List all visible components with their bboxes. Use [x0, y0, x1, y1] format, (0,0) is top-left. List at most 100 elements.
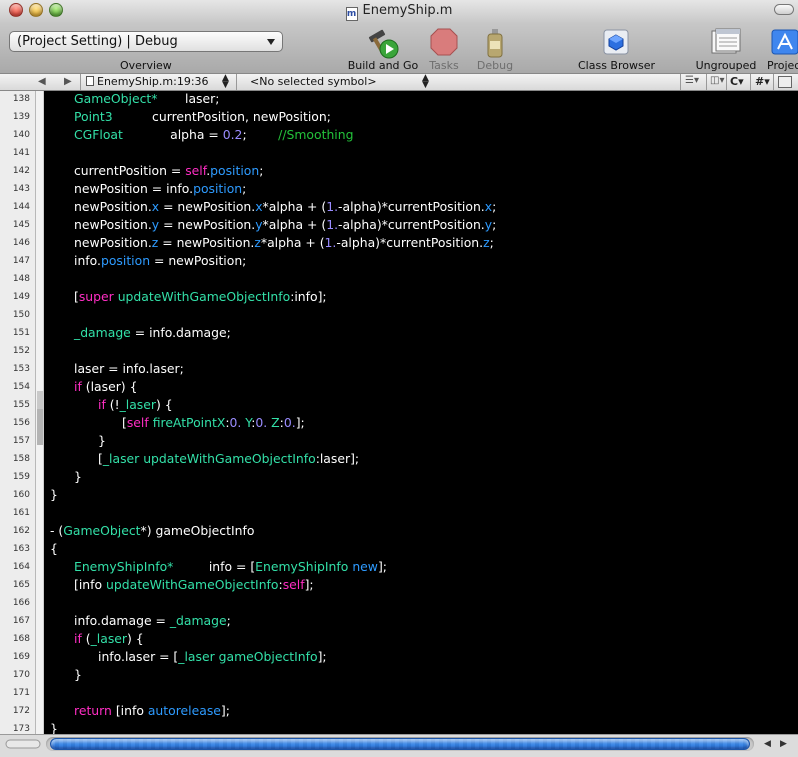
code-line[interactable]: 139 Point3 currentPosition, newPosition; — [0, 108, 798, 126]
build-and-go-label: Build and Go — [347, 59, 419, 72]
code-line[interactable]: 141 — [0, 144, 798, 162]
navbar-divider — [80, 74, 81, 90]
line-number: 172 — [12, 706, 30, 716]
stop-sign-icon — [430, 28, 458, 56]
code-token: EnemyShipInfo* — [74, 559, 174, 574]
navbar-divider — [750, 74, 751, 90]
ungrouped-button[interactable]: Ungrouped — [693, 25, 759, 72]
code-line[interactable]: 149 [super updateWithGameObjectInfo:info]… — [0, 288, 798, 306]
code-text: } — [50, 486, 58, 504]
code-line[interactable]: 154 if (laser) { — [0, 378, 798, 396]
code-line[interactable]: 151 _damage = info.damage; — [0, 324, 798, 342]
split-view-handle-icon[interactable] — [4, 737, 42, 751]
forward-arrow-icon[interactable]: ▶ — [64, 76, 72, 87]
line-number: 171 — [12, 688, 30, 698]
code-line[interactable]: 170} — [0, 666, 798, 684]
code-line[interactable]: 158 [_laser updateWithGameObjectInfo:lase… — [0, 450, 798, 468]
code-token: if — [74, 379, 82, 394]
code-token: -alpha)*currentPosition. — [336, 235, 484, 250]
split-editor-icon[interactable] — [778, 76, 792, 88]
chevron-down-icon — [267, 39, 275, 45]
code-text: } — [98, 432, 106, 450]
code-token: currentPosition = — [74, 163, 186, 178]
code-text: [_laser updateWithGameObjectInfo:laser]; — [98, 450, 359, 468]
code-line[interactable]: 144 newPosition.x = newPosition.x*alpha +… — [0, 198, 798, 216]
hash-button-label: # — [755, 75, 765, 88]
code-line[interactable]: 172 return [info autorelease]; — [0, 702, 798, 720]
project-button[interactable]: Projec — [764, 25, 798, 71]
code-token: _damage — [169, 613, 227, 628]
code-line[interactable]: 163 { — [0, 540, 798, 558]
line-number: 140 — [12, 130, 30, 140]
code-token: fireAtPointX — [152, 415, 226, 430]
code-line[interactable]: 145 newPosition.y = newPosition.y*alpha +… — [0, 216, 798, 234]
counterpart-popup-button[interactable]: C▾ — [730, 74, 744, 90]
code-token: *) gameObjectInfo — [140, 523, 255, 538]
code-line[interactable]: 155 if (!_laser) { — [0, 396, 798, 414]
code-token: if — [98, 397, 106, 412]
code-token: 0. — [229, 415, 242, 430]
build-and-go-button[interactable]: Build and Go — [345, 25, 421, 72]
code-editor[interactable]: 138 GameObject* laser; 139 Point3 currentPo… — [0, 91, 798, 734]
code-line[interactable]: 147 info.position = newPosition; — [0, 252, 798, 270]
code-line[interactable]: 143 newPosition = info.position; — [0, 180, 798, 198]
code-line[interactable]: 169 info.laser = [_laser gameObjectInfo]; — [0, 648, 798, 666]
code-token: ; — [489, 235, 494, 250]
code-line[interactable]: 168 if (_laser) { — [0, 630, 798, 648]
code-token: Z — [271, 415, 280, 430]
tasks-button[interactable]: Tasks — [424, 25, 464, 72]
code-line[interactable]: 162 - (GameObject*) gameObjectInfo — [0, 522, 798, 540]
back-arrow-icon[interactable]: ◀ — [38, 76, 46, 87]
debug-button[interactable]: Debug — [474, 25, 516, 72]
code-token: ; — [492, 199, 497, 214]
code-token: gameObjectInfo — [218, 649, 318, 664]
code-token: newPosition. — [74, 199, 152, 214]
code-line[interactable]: 140 CGFloat alpha = 0.2; //Smoothing — [0, 126, 798, 144]
code-token: laser; — [157, 91, 220, 106]
file-history-popup[interactable]: EnemyShip.m:19:36 — [86, 75, 209, 88]
code-line[interactable]: 146 newPosition.z = newPosition.z*alpha +… — [0, 234, 798, 252]
code-token: info.damage = — [74, 613, 170, 628]
symbol-popup[interactable]: <No selected symbol> — [250, 75, 377, 88]
code-token: } — [74, 667, 82, 682]
includes-popup-button[interactable]: #▾ — [755, 74, 770, 90]
code-token: } — [50, 487, 58, 502]
project-label: Projec — [767, 59, 798, 71]
toolbar-toggle-button[interactable] — [774, 4, 794, 15]
code-line[interactable]: 167 info.damage = _damage; — [0, 612, 798, 630]
breakpoints-popup-icon[interactable]: ◫▾ — [710, 75, 724, 86]
code-line[interactable]: 164 EnemyShipInfo* info = [EnemyShipInfo … — [0, 558, 798, 576]
scroll-thumb[interactable] — [50, 738, 750, 750]
code-line[interactable]: 165 [info updateWithGameObjectInfo:self]; — [0, 576, 798, 594]
code-line[interactable]: 166 — [0, 594, 798, 612]
code-token: position — [100, 253, 151, 268]
code-line[interactable]: 153 laser = info.laser; — [0, 360, 798, 378]
code-line[interactable]: 150 — [0, 306, 798, 324]
code-token: info.laser = [ — [98, 649, 179, 664]
title-bar: m EnemyShip.m — [0, 0, 798, 22]
code-line[interactable]: 173} — [0, 720, 798, 734]
code-line[interactable]: 157} — [0, 432, 798, 450]
scroll-left-arrow-icon[interactable]: ◀ — [764, 738, 771, 749]
class-browser-button[interactable]: Class Browser — [578, 25, 655, 72]
code-token: = newPosition. — [159, 199, 256, 214]
code-line[interactable]: 148 — [0, 270, 798, 288]
horizontal-scrollbar[interactable]: ◀ ▶ — [0, 734, 798, 757]
code-line[interactable]: 138 GameObject* laser; — [0, 91, 798, 108]
active-configuration-select[interactable]: (Project Setting) | Debug — [9, 31, 283, 52]
code-line[interactable]: 160} — [0, 486, 798, 504]
code-line[interactable]: 161 — [0, 504, 798, 522]
code-line[interactable]: 156 [self fireAtPointX:0. Y:0. Z:0.]; — [0, 414, 798, 432]
code-line[interactable]: 142 currentPosition = self.position; — [0, 162, 798, 180]
bookmarks-popup-icon[interactable]: ☰▾ — [685, 75, 699, 86]
code-line[interactable]: 171 — [0, 684, 798, 702]
up-down-arrows-icon: ▲ ▼ — [422, 73, 429, 90]
navbar-divider — [726, 74, 727, 90]
scroll-right-arrow-icon[interactable]: ▶ — [780, 738, 787, 749]
code-token: } — [98, 433, 106, 448]
code-line[interactable]: 152 — [0, 342, 798, 360]
code-text: } — [50, 720, 58, 734]
code-line[interactable]: 159} — [0, 468, 798, 486]
code-token: ; — [492, 217, 497, 232]
line-number: 149 — [12, 292, 30, 302]
